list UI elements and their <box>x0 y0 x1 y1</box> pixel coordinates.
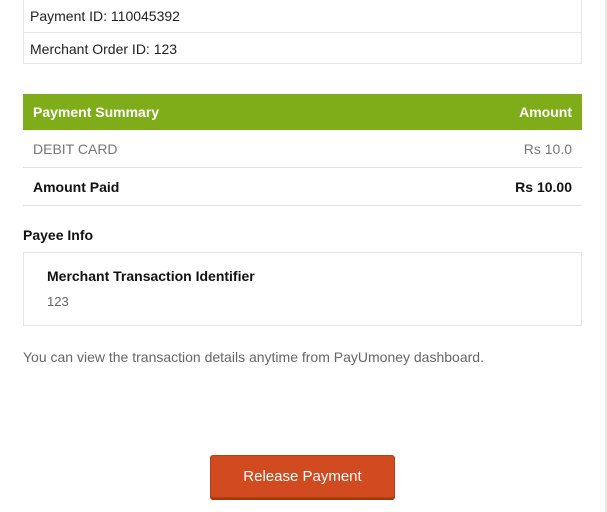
summary-header-label: Payment Summary <box>33 104 160 120</box>
summary-row-debit-card: DEBIT CARD Rs 10.0 <box>23 130 582 168</box>
payment-summary-table: Payment Summary Amount DEBIT CARD Rs 10.… <box>23 94 582 206</box>
payee-info-title: Payee Info <box>23 227 94 243</box>
summary-row-amount-paid: Amount Paid Rs 10.00 <box>23 168 582 206</box>
merchant-transaction-identifier-value: 123 <box>47 294 69 309</box>
release-payment-button[interactable]: Release Payment <box>210 455 395 498</box>
dashboard-note: You can view the transaction details any… <box>23 349 484 365</box>
payment-ids-box: Payment ID: 110045392 Merchant Order ID:… <box>23 0 582 64</box>
merchant-transaction-identifier-label: Merchant Transaction Identifier <box>47 268 255 284</box>
summary-row-label: DEBIT CARD <box>33 140 118 157</box>
summary-header-amount: Amount <box>519 104 572 120</box>
summary-header: Payment Summary Amount <box>23 94 582 130</box>
payment-id: Payment ID: 110045392 <box>30 8 180 24</box>
payee-info-box: Merchant Transaction Identifier 123 <box>23 252 582 326</box>
merchant-order-id: Merchant Order ID: 123 <box>24 32 581 64</box>
summary-row-label: Amount Paid <box>33 178 120 195</box>
summary-row-value: Rs 10.0 <box>523 140 572 157</box>
summary-row-value: Rs 10.00 <box>515 178 572 195</box>
